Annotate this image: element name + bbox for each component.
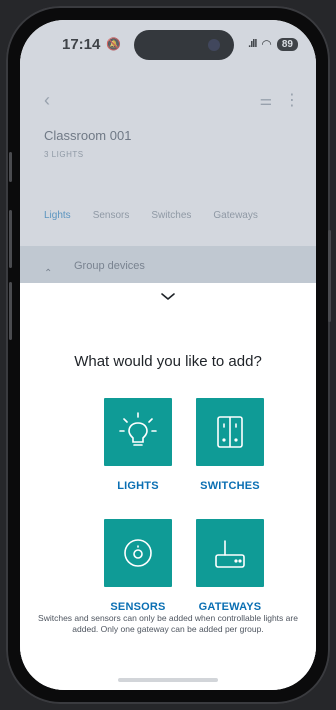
- lights-label[interactable]: LIGHTS: [88, 480, 188, 492]
- sensors-label[interactable]: SENSORS: [88, 601, 188, 613]
- sheet-title: What would you like to add?: [74, 353, 262, 370]
- add-gateways-button[interactable]: [196, 519, 264, 587]
- gateways-label[interactable]: GATEWAYS: [180, 601, 280, 613]
- sensor-icon: [124, 539, 152, 567]
- add-device-sheet: What would you like to add? LIGHTS SWITC…: [20, 283, 316, 690]
- lightbulb-icon: [119, 412, 157, 446]
- action-button: [9, 152, 12, 182]
- volume-up-button: [9, 210, 12, 268]
- volume-down-button: [9, 282, 12, 340]
- switch-icon: [217, 416, 243, 448]
- chevron-down-icon[interactable]: [158, 291, 178, 303]
- add-switches-button[interactable]: [196, 398, 264, 466]
- screen: 17:14 🔕 .ıll ◠ 89 ‹ ⚌ ⋮ Classroom 001 3 …: [20, 20, 316, 690]
- gateway-icon: [215, 540, 245, 568]
- power-button: [328, 230, 331, 322]
- sheet-footnote: Switches and sensors can only be added w…: [38, 613, 298, 634]
- switches-label[interactable]: SWITCHES: [180, 480, 280, 492]
- add-lights-button[interactable]: [104, 398, 172, 466]
- home-indicator[interactable]: [118, 678, 218, 682]
- add-sensors-button[interactable]: [104, 519, 172, 587]
